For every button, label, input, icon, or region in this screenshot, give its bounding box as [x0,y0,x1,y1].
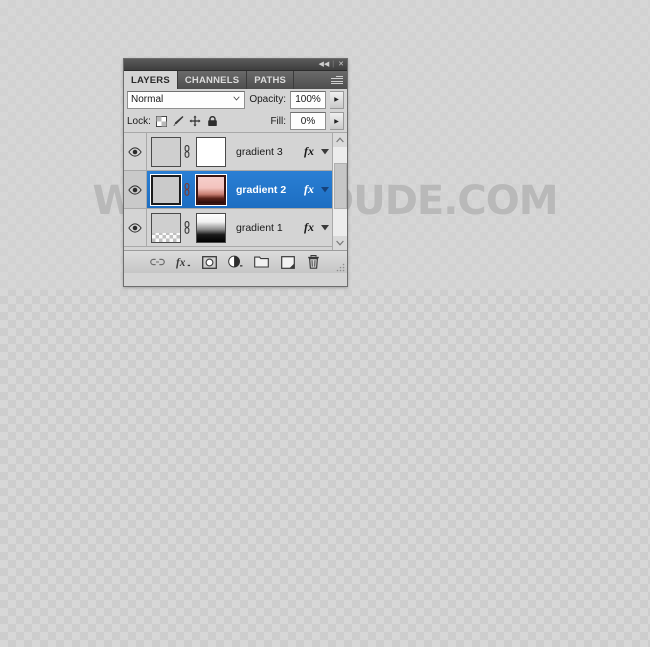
blend-mode-select[interactable]: Normal [127,90,246,109]
panel-resize-grip-icon[interactable] [336,263,345,272]
eye-icon [128,222,142,233]
layer-effects-expand-icon[interactable] [318,186,332,193]
layer-visibility-toggle[interactable] [124,209,147,246]
layer-visibility-toggle[interactable] [124,133,147,170]
panel-menu-icon[interactable] [331,75,343,85]
tab-paths[interactable]: PATHS [247,71,295,89]
layer-effects-expand-icon[interactable] [318,224,332,231]
titlebar-separator: | [332,61,335,68]
new-group-button[interactable] [254,255,269,270]
layer-thumbnail[interactable] [150,173,182,206]
mask-icon [202,255,217,269]
layer-mask-thumbnail[interactable] [196,136,226,167]
lock-transparent-pixels-icon[interactable] [155,115,168,128]
table-row[interactable]: gradient 1 fx [124,209,332,247]
svg-text:fx: fx [176,257,186,269]
eye-icon [128,184,142,195]
lock-image-pixels-icon[interactable] [172,115,185,128]
tab-channels[interactable]: CHANNELS [178,71,248,89]
blend-mode-row: Normal Opacity: 100% ▶ [124,89,347,110]
layer-list: gradient 3 fx gradient 2 fx gradient 1 f… [124,133,332,250]
lock-label: Lock: [127,115,151,127]
table-row[interactable]: gradient 2 fx [124,171,332,209]
adjustment-icon [228,255,243,268]
chevron-down-icon [233,95,240,101]
delete-layer-button[interactable] [306,255,321,270]
opacity-stepper-arrow[interactable]: ▶ [330,90,344,109]
lock-all-icon[interactable] [206,115,219,128]
layer-mask-link-icon[interactable] [181,221,192,234]
layer-mask-thumbnail[interactable] [196,212,226,243]
fill-label: Fill: [270,115,286,127]
new-layer-icon [280,255,295,269]
layer-thumbnail[interactable] [151,212,181,243]
scroll-up-arrow[interactable] [333,133,347,147]
folder-icon [254,256,269,268]
panel-footer-toolbar: fx [124,250,347,273]
close-icon[interactable]: ✕ [338,61,344,68]
add-layer-style-button[interactable]: fx [176,255,191,270]
blend-mode-value: Normal [131,94,164,105]
layer-visibility-toggle[interactable] [124,171,147,208]
layer-mask-thumbnail[interactable] [195,173,227,206]
link-layers-button[interactable] [150,255,165,270]
new-adjustment-layer-button[interactable] [228,255,243,270]
layers-panel: ◀◀ | ✕ LAYERS CHANNELS PATHS Normal Opac… [123,58,348,287]
panel-titlebar: ◀◀ | ✕ [124,59,347,71]
lock-position-icon[interactable] [189,115,202,128]
link-icon [150,258,165,266]
layer-name[interactable]: gradient 1 [226,222,304,234]
layer-thumbnail[interactable] [151,136,181,167]
lock-row: Lock: Fill: 0% ▶ [124,110,347,133]
fill-input[interactable]: 0% [290,112,326,130]
panel-tab-strip: LAYERS CHANNELS PATHS [124,71,347,89]
opacity-label: Opacity: [249,94,286,105]
layer-name[interactable]: gradient 3 [226,146,304,158]
new-layer-button[interactable] [280,255,295,270]
layer-list-scrollbar[interactable] [332,133,347,250]
fill-stepper-arrow[interactable]: ▶ [330,112,344,130]
tab-layers[interactable]: LAYERS [124,71,178,89]
layer-effects-indicator[interactable]: fx [304,144,318,159]
layer-effects-indicator[interactable]: fx [304,220,318,235]
layer-mask-link-icon[interactable] [181,183,192,196]
eye-icon [128,146,142,157]
add-layer-mask-button[interactable] [202,255,217,270]
layer-name[interactable]: gradient 2 [226,184,304,196]
scrollbar-thumb[interactable] [333,163,347,209]
scrollbar-track[interactable] [333,147,347,236]
layer-mask-link-icon[interactable] [181,145,192,158]
fx-icon: fx [176,257,191,269]
trash-icon [308,255,319,269]
scroll-down-arrow[interactable] [333,236,347,250]
layer-list-container: gradient 3 fx gradient 2 fx gradient 1 f… [124,133,347,250]
layer-effects-indicator[interactable]: fx [304,182,318,197]
layer-effects-expand-icon[interactable] [318,148,332,155]
opacity-input[interactable]: 100% [290,90,326,109]
collapse-panel-icon[interactable]: ◀◀ [319,61,330,68]
table-row[interactable]: gradient 3 fx [124,133,332,171]
